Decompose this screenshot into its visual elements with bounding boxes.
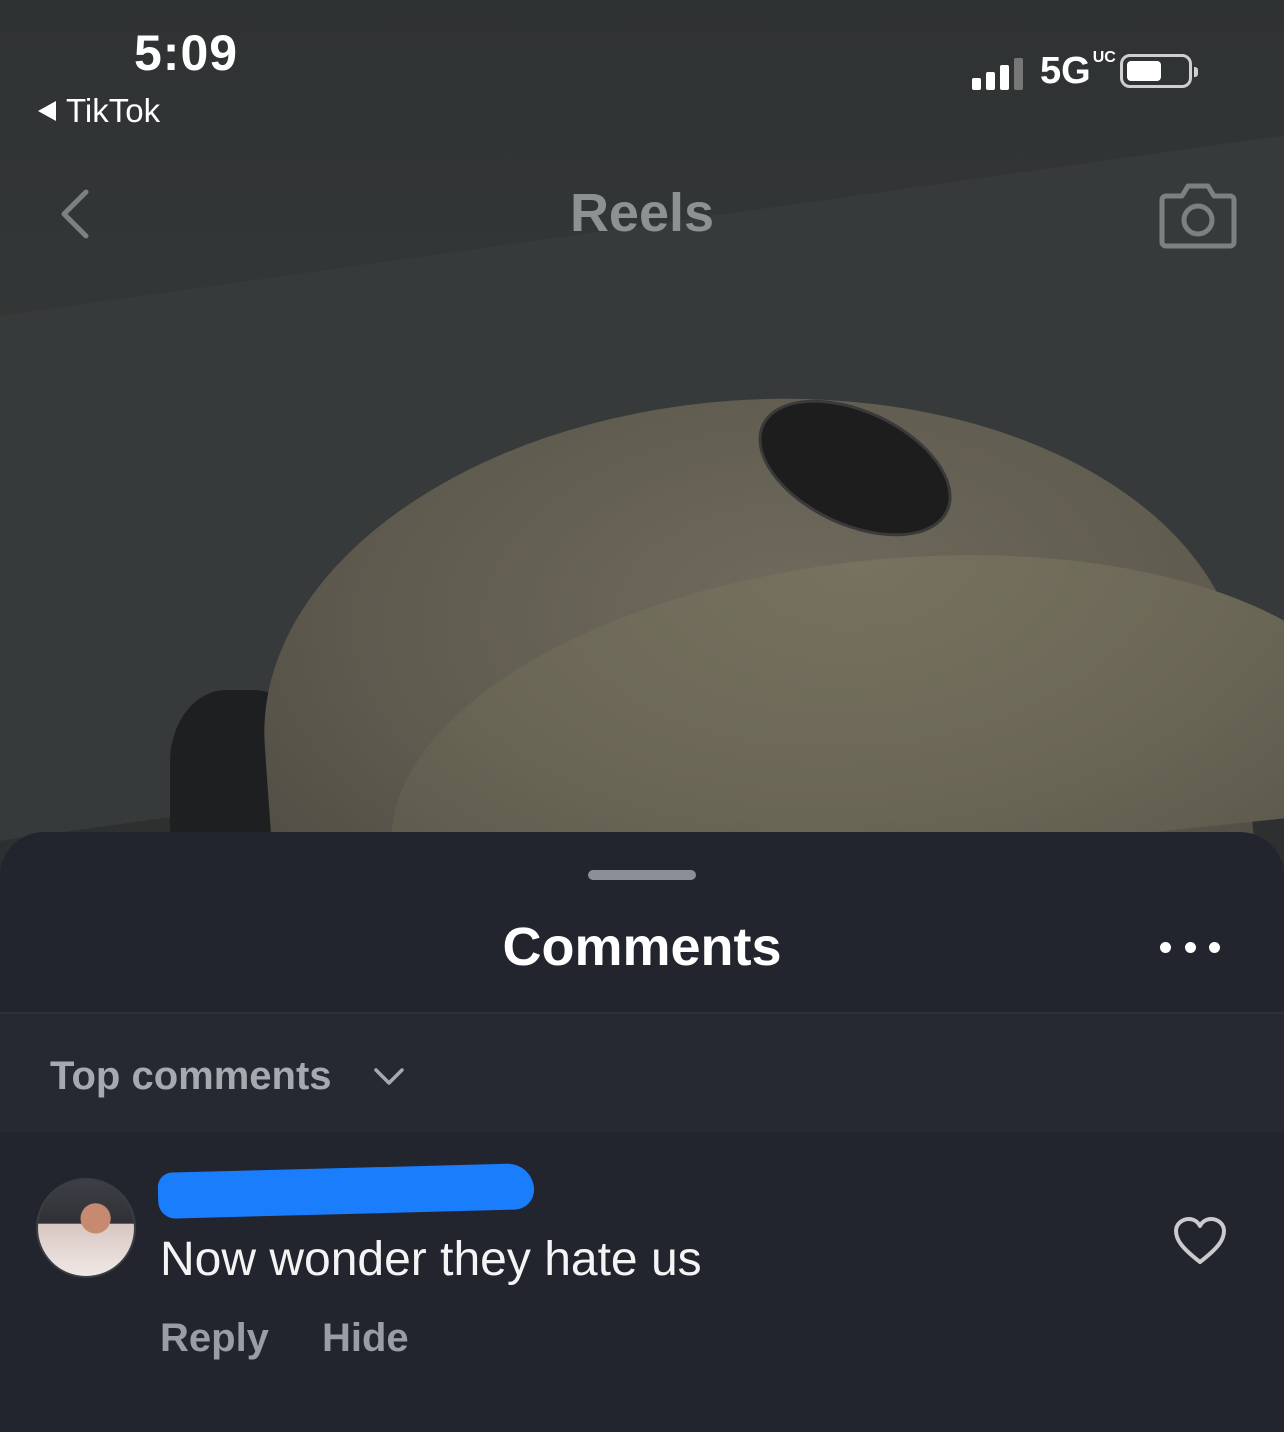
reply-button[interactable]: Reply — [160, 1316, 269, 1361]
network-indicator: 5G UC — [1040, 50, 1116, 93]
battery-icon — [1120, 54, 1198, 88]
avatar[interactable] — [36, 1178, 136, 1278]
sort-dropdown-label[interactable]: Top comments — [50, 1054, 332, 1099]
comments-title: Comments — [502, 917, 782, 977]
back-app-label: TikTok — [66, 92, 161, 129]
status-time: 5:09 — [134, 25, 239, 81]
video-background — [0, 0, 1284, 860]
comments-sheet: Comments Top comments Now wonder they ha… — [0, 832, 1284, 1432]
sheet-drag-handle[interactable] — [588, 870, 696, 880]
redacted-username — [157, 1163, 535, 1219]
cellular-signal-icon — [972, 58, 1023, 90]
heart-icon[interactable] — [1172, 1216, 1228, 1266]
network-badge: UC — [1092, 49, 1116, 66]
network-label: 5G — [1040, 50, 1091, 92]
camera-icon[interactable] — [1158, 178, 1238, 250]
comment-text: Now wonder they hate us — [160, 1233, 702, 1286]
more-options-icon[interactable] — [1160, 922, 1220, 972]
hide-button[interactable]: Hide — [322, 1316, 409, 1361]
back-to-app-button[interactable]: TikTok — [38, 92, 160, 130]
page-title: Reels — [569, 183, 715, 243]
back-triangle-icon — [38, 101, 56, 121]
chevron-down-icon[interactable] — [372, 1064, 406, 1088]
